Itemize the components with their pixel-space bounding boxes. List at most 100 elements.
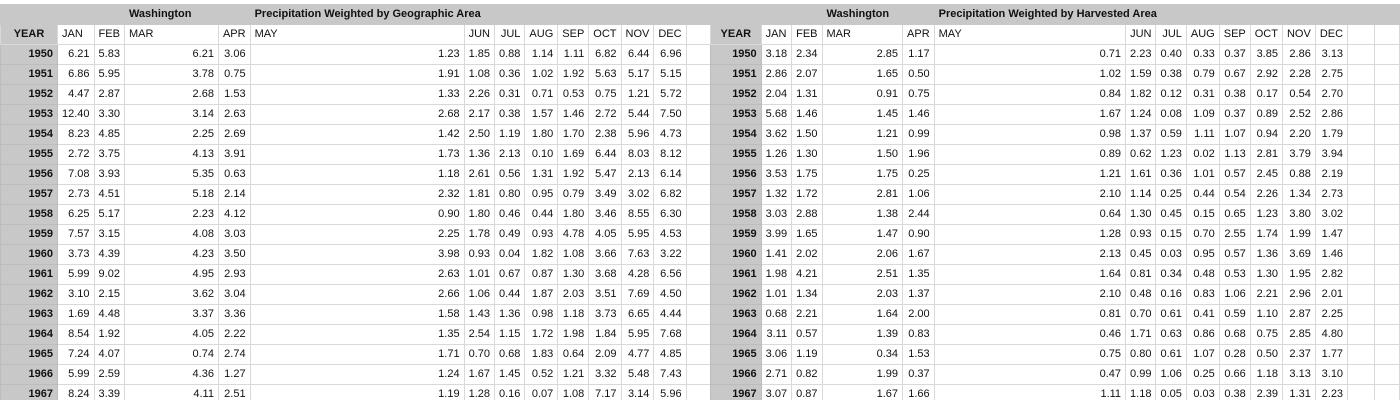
value-cell[interactable]: 0.05 bbox=[1155, 384, 1187, 400]
value-cell[interactable]: 0.15 bbox=[1185, 204, 1220, 225]
value-cell[interactable]: 1.09 bbox=[1185, 104, 1220, 125]
value-cell[interactable]: 2.45 bbox=[1249, 164, 1283, 185]
column-header-feb[interactable]: FEB bbox=[93, 24, 125, 45]
year-cell[interactable]: 1962 bbox=[710, 284, 762, 305]
value-cell[interactable]: 1.15 bbox=[493, 324, 526, 345]
value-cell[interactable]: 2.03 bbox=[557, 284, 590, 305]
value-cell[interactable]: 2.70 bbox=[1314, 84, 1349, 105]
value-cell[interactable]: 7.63 bbox=[620, 244, 655, 265]
value-cell[interactable]: 1.75 bbox=[791, 164, 823, 185]
year-cell[interactable]: 1956 bbox=[710, 164, 762, 185]
year-cell[interactable]: 1956 bbox=[0, 164, 58, 185]
value-cell[interactable]: 12.40 bbox=[57, 104, 95, 125]
value-cell[interactable]: 1.92 bbox=[557, 64, 590, 85]
empty-cell[interactable] bbox=[1347, 344, 1376, 365]
value-cell[interactable]: 0.87 bbox=[791, 384, 823, 400]
value-cell[interactable]: 4.48 bbox=[93, 304, 125, 325]
value-cell[interactable]: 3.14 bbox=[123, 104, 219, 125]
value-cell[interactable]: 1.57 bbox=[524, 104, 559, 125]
value-cell[interactable]: 2.19 bbox=[1314, 164, 1349, 185]
value-cell[interactable]: 2.85 bbox=[821, 44, 904, 65]
value-cell[interactable]: 2.68 bbox=[123, 84, 219, 105]
column-header-sep[interactable]: SEP bbox=[1218, 24, 1251, 45]
year-cell[interactable]: 1953 bbox=[0, 104, 58, 125]
year-cell[interactable]: 1965 bbox=[710, 344, 762, 365]
column-header-feb[interactable]: FEB bbox=[791, 24, 823, 45]
value-cell[interactable]: 0.33 bbox=[1185, 44, 1220, 65]
value-cell[interactable]: 6.44 bbox=[588, 144, 622, 165]
value-cell[interactable]: 5.15 bbox=[653, 64, 687, 85]
value-cell[interactable]: 0.63 bbox=[1155, 324, 1187, 345]
value-cell[interactable]: 4.44 bbox=[653, 304, 687, 325]
value-cell[interactable]: 7.43 bbox=[653, 364, 687, 385]
empty-cell[interactable] bbox=[1374, 244, 1400, 265]
column-header-year[interactable]: YEAR bbox=[0, 24, 58, 45]
value-cell[interactable]: 3.03 bbox=[760, 204, 793, 225]
value-cell[interactable]: 1.35 bbox=[902, 264, 935, 285]
value-cell[interactable]: 7.17 bbox=[588, 384, 622, 400]
value-cell[interactable]: 1.07 bbox=[1185, 344, 1220, 365]
value-cell[interactable]: 0.04 bbox=[493, 244, 526, 265]
value-cell[interactable]: 3.13 bbox=[1281, 364, 1316, 385]
empty-cell[interactable] bbox=[1374, 364, 1400, 385]
value-cell[interactable]: 5.17 bbox=[93, 204, 125, 225]
empty-cell[interactable] bbox=[1374, 84, 1400, 105]
value-cell[interactable]: 0.93 bbox=[1125, 224, 1157, 245]
empty-cell[interactable] bbox=[1347, 304, 1376, 325]
value-cell[interactable]: 2.86 bbox=[1314, 104, 1349, 125]
value-cell[interactable]: 0.53 bbox=[557, 84, 590, 105]
value-cell[interactable]: 3.06 bbox=[217, 44, 251, 65]
value-cell[interactable]: 0.68 bbox=[493, 344, 526, 365]
year-cell[interactable]: 1955 bbox=[710, 144, 762, 165]
value-cell[interactable]: 6.25 bbox=[57, 204, 95, 225]
value-cell[interactable]: 1.46 bbox=[791, 104, 823, 125]
title-cell-empty[interactable] bbox=[791, 4, 823, 25]
value-cell[interactable]: 3.99 bbox=[760, 224, 793, 245]
value-cell[interactable]: 3.79 bbox=[1281, 144, 1316, 165]
value-cell[interactable]: 1.07 bbox=[1218, 124, 1251, 145]
value-cell[interactable]: 0.70 bbox=[1185, 224, 1220, 245]
value-cell[interactable]: 0.75 bbox=[588, 84, 622, 105]
value-cell[interactable]: 1.65 bbox=[821, 64, 904, 85]
empty-cell[interactable] bbox=[1347, 24, 1376, 45]
value-cell[interactable]: 3.80 bbox=[1281, 204, 1316, 225]
year-cell[interactable]: 1964 bbox=[710, 324, 762, 345]
value-cell[interactable]: 0.99 bbox=[1125, 364, 1157, 385]
value-cell[interactable]: 2.92 bbox=[1249, 64, 1283, 85]
value-cell[interactable]: 2.14 bbox=[217, 184, 251, 205]
value-cell[interactable]: 0.31 bbox=[493, 84, 526, 105]
value-cell[interactable]: 1.02 bbox=[933, 64, 1127, 85]
column-header-mar[interactable]: MAR bbox=[821, 24, 904, 45]
value-cell[interactable]: 0.48 bbox=[1125, 284, 1157, 305]
year-cell[interactable]: 1967 bbox=[710, 384, 762, 400]
value-cell[interactable]: 1.36 bbox=[493, 304, 526, 325]
value-cell[interactable]: 4.53 bbox=[653, 224, 687, 245]
value-cell[interactable]: 0.56 bbox=[493, 164, 526, 185]
value-cell[interactable]: 2.63 bbox=[217, 104, 251, 125]
value-cell[interactable]: 1.23 bbox=[1155, 144, 1187, 165]
value-cell[interactable]: 1.82 bbox=[1125, 84, 1157, 105]
year-cell[interactable]: 1964 bbox=[0, 324, 58, 345]
value-cell[interactable]: 1.01 bbox=[1185, 164, 1220, 185]
value-cell[interactable]: 0.81 bbox=[933, 304, 1127, 325]
empty-cell[interactable] bbox=[1374, 324, 1400, 345]
value-cell[interactable]: 2.51 bbox=[821, 264, 904, 285]
value-cell[interactable]: 0.17 bbox=[1249, 84, 1283, 105]
value-cell[interactable]: 0.89 bbox=[933, 144, 1127, 165]
value-cell[interactable]: 3.93 bbox=[93, 164, 125, 185]
value-cell[interactable]: 5.47 bbox=[588, 164, 622, 185]
value-cell[interactable]: 1.78 bbox=[463, 224, 496, 245]
value-cell[interactable]: 1.92 bbox=[93, 324, 125, 345]
value-cell[interactable]: 7.57 bbox=[57, 224, 95, 245]
value-cell[interactable]: 0.63 bbox=[217, 164, 251, 185]
value-cell[interactable]: 5.44 bbox=[620, 104, 655, 125]
value-cell[interactable]: 1.91 bbox=[249, 64, 465, 85]
value-cell[interactable]: 2.61 bbox=[463, 164, 496, 185]
value-cell[interactable]: 2.68 bbox=[249, 104, 465, 125]
title-cell-empty[interactable] bbox=[0, 4, 58, 25]
title-cell-empty[interactable] bbox=[620, 4, 655, 25]
value-cell[interactable]: 2.72 bbox=[588, 104, 622, 125]
value-cell[interactable]: 3.46 bbox=[588, 204, 622, 225]
value-cell[interactable]: 0.79 bbox=[1185, 64, 1220, 85]
value-cell[interactable]: 0.08 bbox=[1155, 104, 1187, 125]
